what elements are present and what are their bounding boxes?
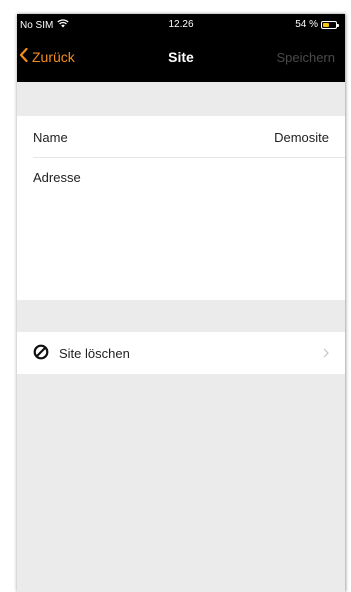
site-details-group: Name Demosite Adresse [17,116,345,300]
battery-status: 54 % [295,19,339,30]
delete-site-label: Site löschen [59,345,130,361]
name-row[interactable]: Name Demosite [17,116,345,158]
section-spacer [17,300,345,332]
section-spacer [17,82,345,116]
address-label: Adresse [33,170,81,185]
save-button[interactable]: Speichern [276,50,335,65]
prohibited-icon [33,344,49,363]
navigation-bar: Zurück Site Speichern [17,38,345,82]
battery-percent: 54 % [295,19,318,30]
name-value[interactable]: Demosite [274,130,329,145]
name-label: Name [33,129,68,145]
battery-icon [321,20,339,29]
address-row[interactable]: Adresse [17,158,345,300]
actions-group: Site löschen [17,332,345,374]
delete-site-row[interactable]: Site löschen [17,332,345,374]
chevron-right-icon [323,346,329,361]
phone-screen: No SIM 12.26 54 % Zurück Site Speichern … [17,14,345,592]
status-bar: No SIM 12.26 54 % [17,14,345,38]
